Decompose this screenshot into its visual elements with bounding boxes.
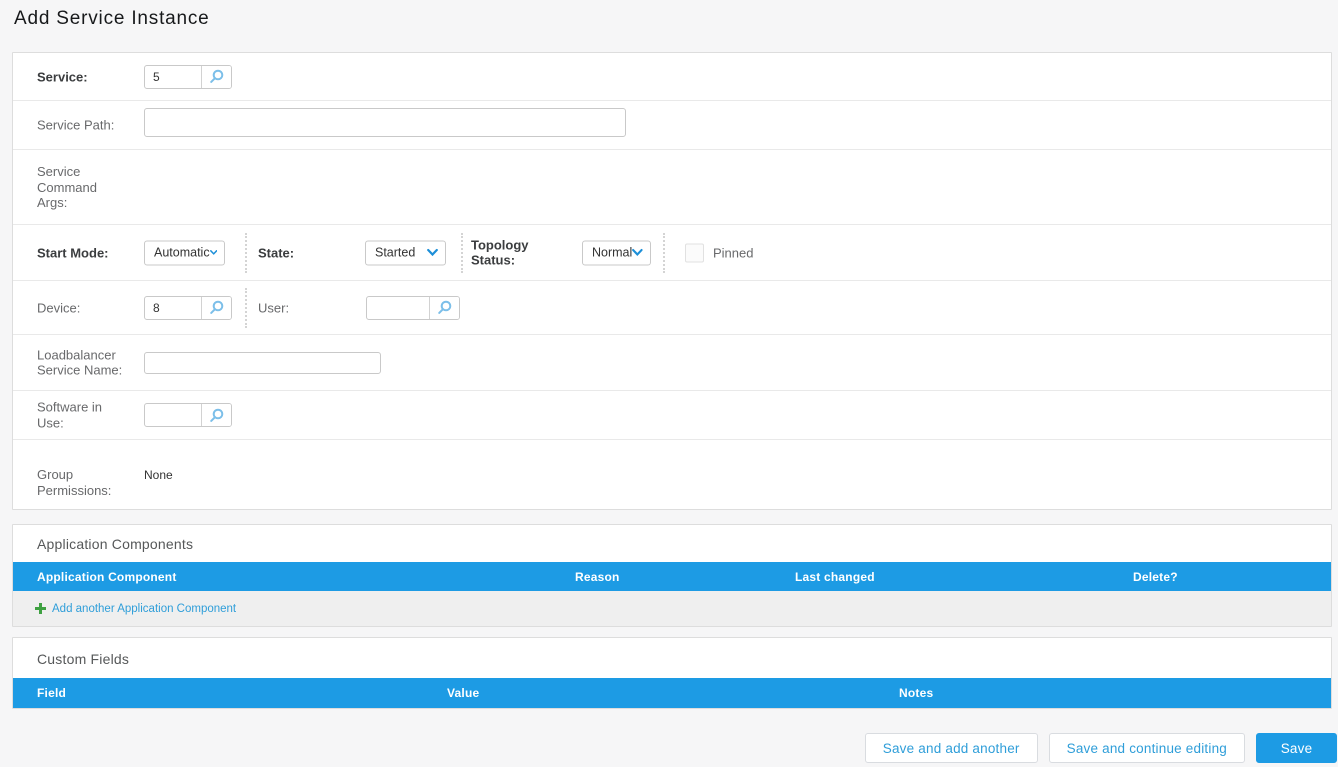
- topology-status-select[interactable]: Normal: [582, 240, 651, 265]
- save-and-continue-button[interactable]: Save and continue editing: [1048, 733, 1245, 763]
- plus-icon: [35, 603, 46, 614]
- user-input[interactable]: [367, 296, 429, 319]
- add-application-component-link[interactable]: Add another Application Component: [35, 603, 236, 615]
- start-mode-select[interactable]: Automatic: [144, 240, 225, 265]
- device-input[interactable]: [145, 296, 201, 319]
- user-lookup: [366, 295, 460, 320]
- save-and-add-another-button[interactable]: Save and add another: [864, 733, 1038, 763]
- search-icon: [438, 300, 452, 314]
- service-search-button[interactable]: [201, 65, 231, 88]
- device-user-row: Device: User:: [13, 280, 1331, 334]
- col-application-component: Application Component: [37, 569, 177, 584]
- topology-status-label: Topology Status:: [471, 237, 529, 268]
- application-components-title: Application Components: [37, 536, 194, 552]
- service-path-textarea[interactable]: [144, 108, 626, 137]
- service-command-args-row: Service Command Args:: [13, 149, 1331, 224]
- group-permissions-label: Group Permissions:: [37, 467, 112, 498]
- pinned-label: Pinned: [713, 245, 754, 260]
- group-permissions-row: Group Permissions: None: [13, 439, 1331, 509]
- service-path-row: Service Path:: [13, 100, 1331, 149]
- pinned-checkbox[interactable]: [685, 243, 704, 262]
- field-separator: [461, 233, 463, 273]
- col-value: Value: [447, 686, 480, 700]
- save-button[interactable]: Save: [1256, 733, 1337, 763]
- device-lookup: [144, 295, 232, 320]
- custom-fields-title: Custom Fields: [37, 651, 130, 667]
- col-reason: Reason: [575, 569, 620, 584]
- col-last-changed: Last changed: [795, 569, 875, 584]
- chevron-down-icon: [632, 248, 643, 256]
- loadbalancer-service-name-input[interactable]: [144, 351, 381, 374]
- software-search-button[interactable]: [201, 404, 231, 426]
- software-in-use-lookup: [144, 403, 232, 427]
- application-components-panel: Application Components Application Compo…: [12, 524, 1332, 627]
- user-label: User:: [258, 300, 290, 315]
- service-label: Service:: [37, 68, 88, 84]
- search-icon: [210, 69, 224, 83]
- device-label: Device:: [37, 299, 81, 315]
- group-permissions-value: None: [144, 468, 173, 482]
- start-mode-row: Start Mode: Automatic State: Started Top…: [13, 224, 1331, 280]
- search-icon: [210, 300, 224, 314]
- software-in-use-label: Software in Use:: [37, 399, 103, 431]
- state-label: State:: [258, 245, 295, 260]
- user-search-button[interactable]: [429, 296, 459, 319]
- field-separator: [245, 233, 247, 273]
- custom-fields-header: Field Value Notes: [13, 678, 1331, 708]
- chevron-down-icon: [427, 248, 438, 257]
- page-title: Add Service Instance: [14, 8, 210, 29]
- service-path-label: Service Path:: [37, 117, 115, 133]
- software-in-use-input[interactable]: [145, 404, 201, 426]
- loadbalancer-row: Loadbalancer Service Name:: [13, 334, 1331, 390]
- col-notes: Notes: [899, 686, 934, 700]
- service-instance-form: Service: Service Path: Service Command A…: [12, 52, 1332, 510]
- field-separator: [245, 288, 247, 328]
- form-actions: Save and add another Save and continue e…: [864, 733, 1337, 763]
- service-command-args-label: Service Command Args:: [37, 163, 97, 210]
- service-input[interactable]: [145, 65, 201, 88]
- software-in-use-row: Software in Use:: [13, 390, 1331, 439]
- chevron-down-icon: [209, 250, 217, 255]
- state-select[interactable]: Started: [365, 240, 446, 265]
- col-field: Field: [37, 686, 67, 700]
- device-search-button[interactable]: [201, 296, 231, 319]
- service-lookup: [144, 64, 232, 89]
- custom-fields-panel: Custom Fields Field Value Notes: [12, 637, 1332, 709]
- start-mode-label: Start Mode:: [37, 244, 109, 260]
- service-row: Service:: [13, 53, 1331, 100]
- loadbalancer-service-name-label: Loadbalancer Service Name:: [37, 347, 123, 378]
- add-component-row: Add another Application Component: [13, 591, 1331, 626]
- application-components-header: Application Component Reason Last change…: [13, 562, 1331, 591]
- col-delete: Delete?: [1133, 569, 1178, 584]
- field-separator: [663, 233, 665, 273]
- search-icon: [210, 408, 224, 422]
